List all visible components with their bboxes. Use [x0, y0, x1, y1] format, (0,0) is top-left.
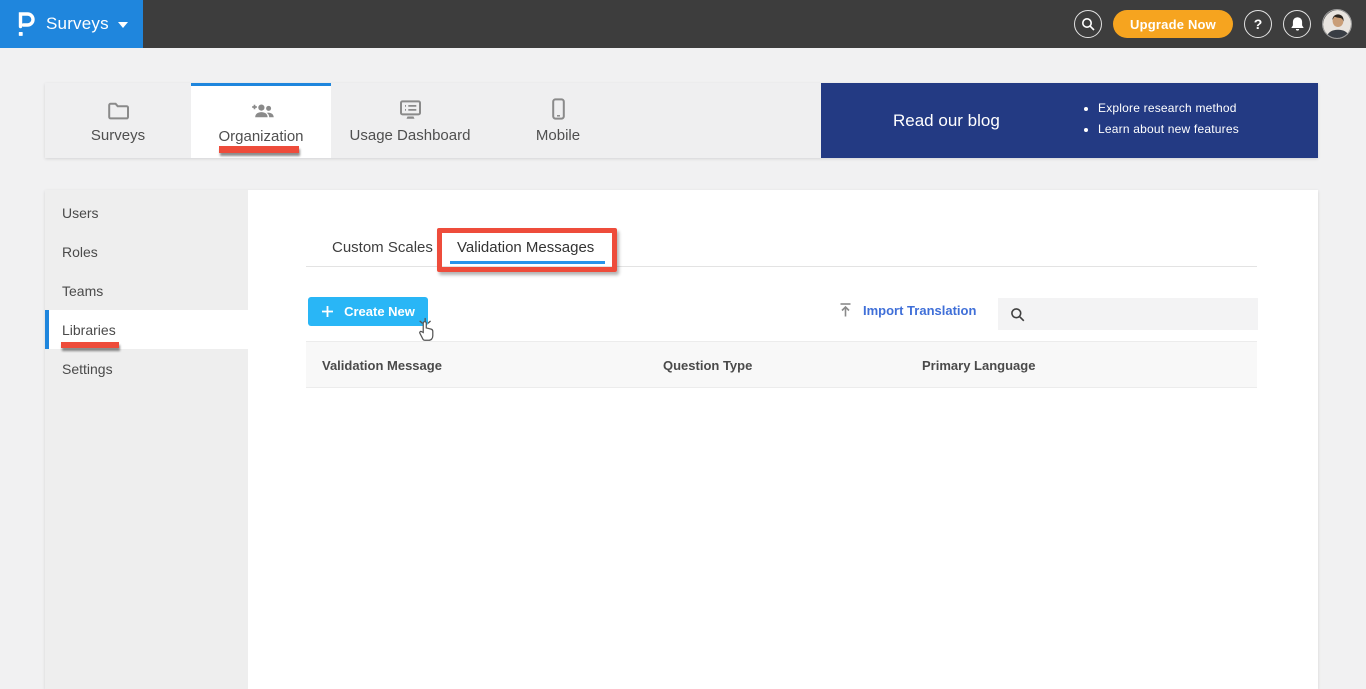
tab-label: Custom Scales	[332, 239, 433, 256]
sidebar-item-label: Roles	[62, 243, 98, 260]
create-new-label: Create New	[344, 304, 415, 319]
blog-bullet: Learn about new features	[1098, 122, 1239, 136]
blog-panel[interactable]: Read our blog Explore research method Le…	[821, 83, 1318, 158]
blog-bullet-list: Explore research method Learn about new …	[1083, 101, 1239, 143]
sidebar-item-label: Users	[62, 204, 99, 221]
add-people-icon	[248, 99, 275, 121]
notifications-button[interactable]	[1283, 10, 1311, 38]
plus-icon	[321, 305, 334, 318]
search-input[interactable]	[1033, 298, 1258, 330]
workspace-label: Surveys	[46, 14, 109, 33]
workspace-switcher[interactable]: Surveys	[0, 0, 143, 48]
import-translation-link[interactable]: Import Translation	[838, 302, 976, 318]
sidebar-item-label: Teams	[62, 282, 104, 299]
tab-custom-scales[interactable]: Custom Scales	[332, 239, 433, 256]
column-header-question-type: Question Type	[663, 358, 753, 373]
tab-validation-messages[interactable]: Validation Messages	[457, 239, 594, 256]
bell-icon	[1290, 16, 1305, 32]
hand-cursor-icon	[413, 316, 440, 348]
user-avatar[interactable]	[1322, 9, 1352, 39]
blog-bullet: Explore research method	[1098, 101, 1239, 115]
search-button[interactable]	[1074, 10, 1103, 38]
import-translation-label: Import Translation	[863, 302, 977, 318]
question-mark-icon: ?	[1253, 16, 1263, 32]
tab-label: Validation Messages	[457, 239, 595, 256]
sidebar-item-settings[interactable]: Settings	[45, 349, 248, 388]
active-tab-underline	[450, 261, 605, 264]
upload-icon	[838, 302, 853, 318]
tabs-divider	[306, 266, 1257, 267]
nav-tab-mobile[interactable]: Mobile	[489, 83, 627, 158]
nav-tab-label: Organization	[218, 128, 304, 145]
nav-tab-surveys[interactable]: Surveys	[45, 83, 191, 158]
create-new-button[interactable]: Create New	[308, 297, 428, 326]
main-panel: Users Roles Teams Libraries Settings Cus…	[45, 190, 1318, 689]
column-header-validation-message: Validation Message	[322, 358, 442, 373]
annotation-underline-organization	[219, 146, 299, 153]
nav-tab-label: Surveys	[90, 126, 146, 144]
sidebar-item-roles[interactable]: Roles	[45, 232, 248, 271]
sidebar-item-teams[interactable]: Teams	[45, 271, 248, 310]
blog-title: Read our blog	[893, 110, 1000, 130]
search-icon	[1010, 307, 1025, 322]
chevron-down-icon	[117, 22, 128, 28]
questionpro-logo-icon	[17, 11, 35, 37]
search-icon	[1081, 17, 1095, 31]
mobile-icon	[551, 97, 566, 120]
table-search[interactable]	[998, 298, 1258, 330]
nav-tab-label: Mobile	[535, 126, 581, 144]
sidebar-item-users[interactable]: Users	[45, 193, 248, 232]
folder-icon	[107, 98, 130, 120]
sidebar-item-label: Libraries	[62, 321, 116, 338]
org-sidebar: Users Roles Teams Libraries Settings	[45, 190, 248, 689]
top-bar: Surveys Upgrade Now ?	[0, 0, 1366, 48]
help-button[interactable]: ?	[1244, 10, 1272, 38]
nav-tab-usage-dashboard[interactable]: Usage Dashboard	[331, 83, 489, 158]
sidebar-item-label: Settings	[62, 360, 113, 377]
nav-tab-label: Usage Dashboard	[349, 126, 471, 144]
column-header-primary-language: Primary Language	[922, 358, 1036, 373]
primary-nav: Surveys Organization Usage Dashboard Mob…	[45, 83, 1318, 158]
upgrade-now-button[interactable]: Upgrade Now	[1113, 10, 1233, 38]
dashboard-icon	[398, 98, 423, 120]
table-header-row: Validation Message Question Type Primary…	[306, 341, 1257, 388]
annotation-underline-libraries	[61, 342, 119, 348]
